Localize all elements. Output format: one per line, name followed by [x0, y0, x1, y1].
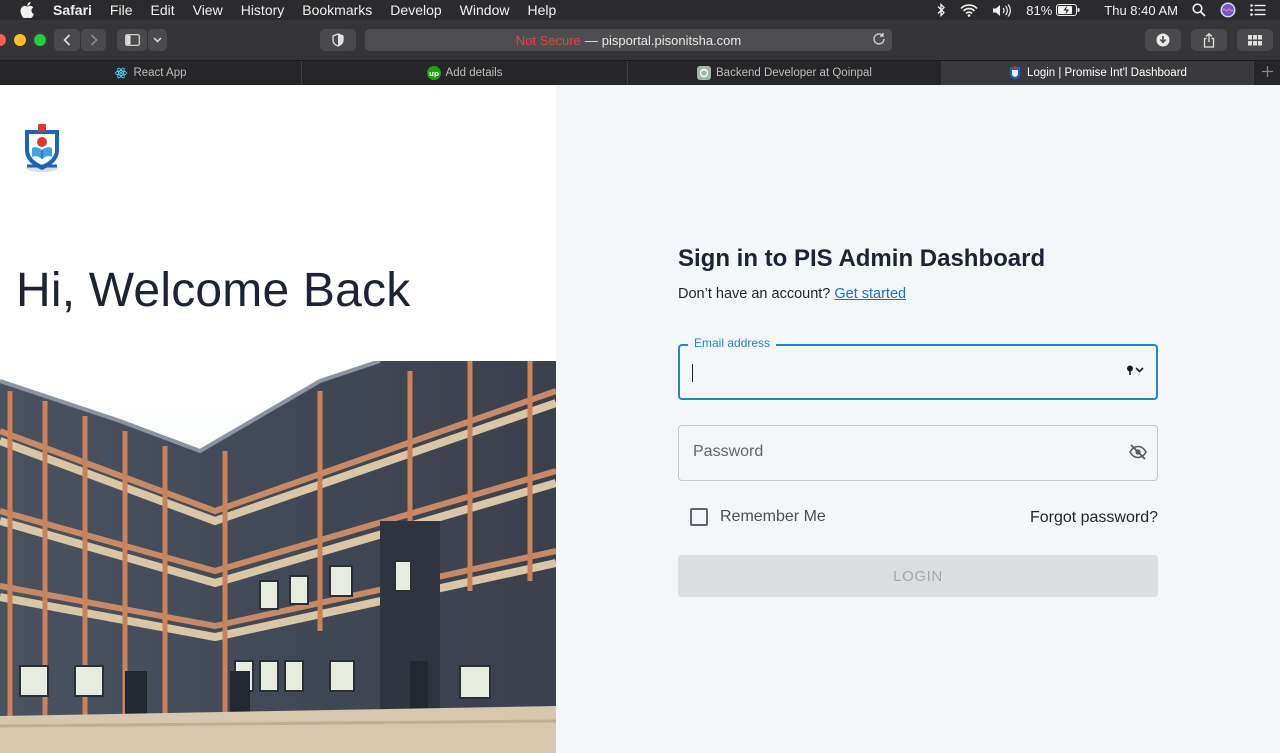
back-button[interactable]	[54, 29, 80, 51]
forward-button[interactable]	[80, 29, 106, 51]
password-placeholder: Password	[693, 443, 764, 460]
macos-menubar: Safari File Edit View History Bookmarks …	[0, 0, 1280, 20]
menu-history[interactable]: History	[241, 2, 285, 18]
email-field[interactable]: Email address	[678, 336, 1158, 400]
spotlight-search-icon[interactable]	[1192, 3, 1206, 17]
wifi-icon[interactable]	[960, 3, 978, 17]
chevron-right-icon	[90, 34, 98, 46]
reload-icon[interactable]	[872, 32, 886, 49]
browser-toolbar: Not Secure — pisportal.pisonitsha.com	[0, 20, 1280, 60]
close-window-button[interactable]	[0, 34, 6, 46]
battery-icon[interactable]	[1056, 4, 1080, 16]
signup-prompt-text: Don’t have an account?	[678, 286, 831, 302]
tab-react-app[interactable]: React App	[0, 61, 302, 85]
email-label: Email address	[688, 336, 777, 350]
tab-label: React App	[133, 67, 187, 79]
share-button[interactable]	[1191, 29, 1227, 51]
menu-help[interactable]: Help	[527, 2, 556, 18]
url-separator: —	[584, 32, 598, 48]
chevron-left-icon	[63, 34, 71, 46]
text-cursor	[692, 364, 693, 382]
school-building-photo	[0, 361, 556, 753]
get-started-link[interactable]: Get started	[834, 286, 906, 302]
remember-me-label: Remember Me	[720, 508, 826, 525]
sidebar-toggle-button[interactable]	[117, 29, 147, 51]
welcome-heading: Hi, Welcome Back	[16, 264, 411, 317]
new-tab-button[interactable]	[1254, 61, 1280, 85]
remember-me-checkbox[interactable]	[690, 508, 708, 526]
tab-add-details[interactable]: up Add details	[302, 61, 628, 85]
url-text: pisportal.pisonitsha.com	[601, 32, 742, 48]
siri-icon[interactable]	[1220, 2, 1236, 18]
bluetooth-icon[interactable]	[936, 3, 946, 17]
login-page: Hi, Welcome Back Sign in to PIS Admin Da…	[0, 85, 1280, 753]
welcome-panel: Hi, Welcome Back	[0, 85, 556, 753]
downloads-button[interactable]	[1145, 29, 1181, 51]
tab-bar: React App up Add details Backend Develop…	[0, 60, 1280, 85]
tab-label: Login | Promise Int'l Dashboard	[1027, 67, 1187, 79]
minimize-window-button[interactable]	[14, 34, 26, 46]
menu-edit[interactable]: Edit	[150, 2, 174, 18]
menu-develop[interactable]: Develop	[390, 2, 441, 18]
plus-icon	[1261, 64, 1273, 82]
not-secure-label: Not Secure	[515, 32, 581, 48]
school-favicon-icon	[1008, 66, 1022, 80]
password-field[interactable]: Password	[678, 425, 1158, 481]
menu-file[interactable]: File	[110, 2, 133, 18]
form-title: Sign in to PIS Admin Dashboard	[678, 245, 1046, 272]
menu-safari[interactable]: Safari	[53, 2, 92, 18]
privacy-report-button[interactable]	[320, 29, 356, 51]
address-bar[interactable]: Not Secure — pisportal.pisonitsha.com	[365, 29, 892, 51]
tab-backend-developer[interactable]: Backend Developer at Qoinpal	[628, 61, 942, 85]
sidebar-icon	[124, 34, 140, 46]
menu-bookmarks[interactable]: Bookmarks	[302, 2, 372, 18]
status-area: 81% Thu 8:40 AM	[936, 0, 1280, 20]
chevron-down-icon	[153, 37, 162, 43]
tab-overview-button[interactable]	[1237, 29, 1273, 51]
menu-view[interactable]: View	[193, 2, 223, 18]
share-icon	[1203, 32, 1215, 48]
upwork-favicon-icon: up	[426, 66, 441, 80]
zoom-window-button[interactable]	[34, 34, 46, 46]
menu-window[interactable]: Window	[460, 2, 510, 18]
tab-label: Add details	[445, 67, 503, 79]
apple-icon[interactable]	[20, 2, 38, 18]
notification-center-icon[interactable]	[1250, 4, 1266, 16]
qoinpal-favicon-icon	[697, 66, 711, 80]
login-button[interactable]: LOGIN	[678, 555, 1158, 597]
download-icon	[1156, 33, 1170, 47]
svg-text:up: up	[429, 70, 439, 77]
tab-login-dashboard[interactable]: Login | Promise Int'l Dashboard	[942, 61, 1254, 85]
password-autofill-key-icon[interactable]	[1126, 365, 1146, 375]
battery-percent: 81%	[1026, 2, 1053, 18]
window-controls	[0, 34, 46, 46]
clock[interactable]: Thu 8:40 AM	[1104, 3, 1178, 18]
remember-me-option[interactable]: Remember Me	[690, 508, 826, 526]
school-logo	[22, 124, 62, 174]
shield-icon	[332, 33, 344, 47]
eye-off-icon[interactable]	[1129, 444, 1147, 465]
forgot-password-link[interactable]: Forgot password?	[1030, 509, 1158, 527]
grid-icon	[1248, 34, 1262, 45]
react-favicon-icon	[114, 66, 129, 80]
volume-icon[interactable]	[992, 3, 1012, 17]
sidebar-menu-button[interactable]	[148, 29, 167, 51]
tab-label: Backend Developer at Qoinpal	[716, 67, 872, 79]
signup-prompt: Don’t have an account? Get started	[678, 286, 906, 302]
